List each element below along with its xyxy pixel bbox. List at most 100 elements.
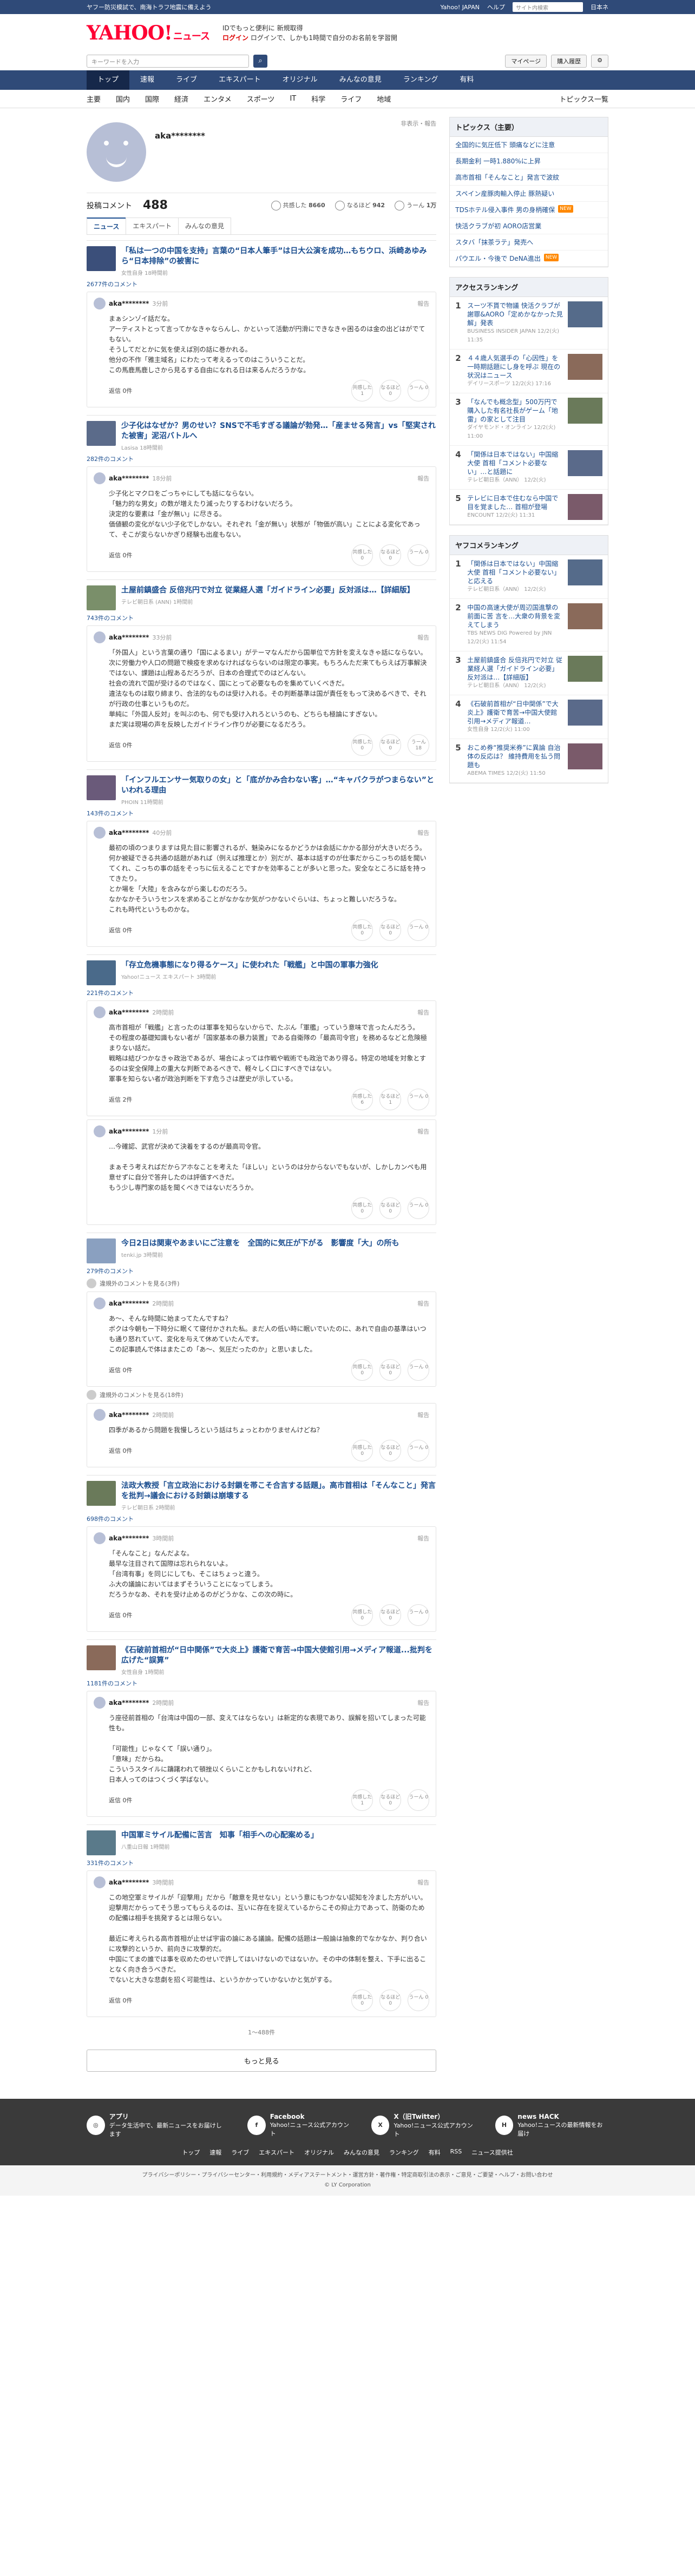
footer-nav-link[interactable]: 速報 [209,2148,221,2157]
naruhodo-button[interactable]: なるほど 0 [379,380,402,401]
hmm-button[interactable]: うーん 0 [408,1440,430,1461]
naruhodo-button[interactable]: なるほど 0 [379,1989,402,2011]
footer-nav-link[interactable]: ライブ [231,2148,249,2157]
gnav-tab[interactable]: トップ [87,70,130,90]
category-tab[interactable]: 主要 [87,94,101,104]
reply-button[interactable]: 返信 2件 [109,1095,133,1104]
ranking-item[interactable]: 1 「関係は日本ではない」中国縮大使 首相「コメント必要ない」と応える テレビ朝日系… [450,555,608,599]
category-tab[interactable]: 国内 [116,94,130,104]
naruhodo-button[interactable]: なるほど 0 [379,1604,402,1626]
topic-item[interactable]: スタバ「抹茶ラテ」発売へ [450,234,608,251]
category-tab[interactable]: エンタメ [204,94,232,104]
article-link[interactable]: 「インフルエンサー気取りの女」と「底がかみ合わない客」…“キャバクラがつまらない… [87,775,436,806]
category-tab[interactable]: スポーツ [247,94,275,104]
comment-count-link[interactable]: 282件のコメント [87,454,436,463]
comment-count-link[interactable]: 743件のコメント [87,614,436,622]
comment-author[interactable]: aka******** [109,1300,149,1307]
comment-count-link[interactable]: 2677件のコメント [87,280,436,288]
comment-count-link[interactable]: 698件のコメント [87,1514,436,1523]
hmm-button[interactable]: うーん 0 [408,1089,430,1110]
category-tab[interactable]: 国際 [145,94,159,104]
article-link[interactable]: 少子化はなぜか？男のせい？SNSで不毛すぎる議論が勃発…「産ませる発言」vs「堅… [87,421,436,451]
empathy-button[interactable]: 共感した 0 [351,1197,373,1219]
footer-app-link[interactable]: ◎ アプリ データ生活中で、最新ニュースをお届けします [87,2112,226,2138]
ranking-item[interactable]: 5 テレビに日本で住むなら中国で目を覚ました… 首相が登場 ENCOUNT 12/2… [450,490,608,525]
tab-expert[interactable]: エキスパート [126,218,179,234]
article-title[interactable]: 《石破前首相が“日中関係”で大炎上》護衛で育苦→中国大使館引用→メディア報道..… [121,1645,436,1666]
purchase-history-button[interactable]: 購入履歴 [551,55,587,68]
gnav-tab[interactable]: ランキング [392,70,449,90]
comment-author[interactable]: aka******** [109,300,149,307]
ranking-item[interactable]: 2 ４４歳人気選手の「心因性」を一時期話題にし身を呼ぶ 現在の状況はニュース デイリ… [450,350,608,393]
comment-author[interactable]: aka******** [109,1879,149,1886]
article-link[interactable]: 《石破前首相が“日中関係”で大炎上》護衛で育苦→中国大使館引用→メディア報道..… [87,1645,436,1676]
legal-links[interactable]: プライバシーポリシー・プライバシーセンター・利用規約・メディアステートメント・運… [87,2171,608,2180]
reply-button[interactable]: 返信 0件 [109,386,133,395]
site-search-input[interactable]: サイト内検索 [513,2,583,12]
topic-item[interactable]: スペイン産豚肉輸入停止 豚熱疑い [450,186,608,202]
empathy-button[interactable]: 共感した 0 [351,1989,373,2011]
hmm-button[interactable]: うーん 0 [408,1197,430,1219]
search-button[interactable]: ⌕ [253,55,267,68]
empathy-button[interactable]: 共感した 0 [351,919,373,941]
report-link[interactable]: 報告 [417,299,429,308]
ranking-item[interactable]: 3 「なんでも概念型」500万円で購入した有名社長がゲーム「地雷」の家として注目ダ… [450,393,608,446]
empathy-button[interactable]: 共感した 0 [351,1604,373,1626]
empathy-button[interactable]: 共感した 0 [351,734,373,756]
comment-author[interactable]: aka******** [109,634,149,641]
comment-author[interactable]: aka******** [109,475,149,482]
report-link[interactable]: 報告 [417,474,429,483]
hidden-comments-toggle[interactable]: 違規外のコメントを見る(18件) [87,1390,436,1400]
footer-nav-link[interactable]: 有料 [429,2148,441,2157]
gnav-tab[interactable]: 速報 [129,70,165,90]
article-title[interactable]: 「私は一つの中国を支持」言葉の“日本人筆手”は日大公演を成功…もちウロ、浜崎あゆ… [121,246,436,267]
help-link[interactable]: ヘルプ [487,3,505,11]
reply-button[interactable]: 返信 0件 [109,926,133,934]
empathy-button[interactable]: 共感した 0 [351,1359,373,1381]
empathy-button[interactable]: 共感した 0 [351,1440,373,1461]
login-link[interactable]: ログイン [222,34,248,42]
article-title[interactable]: 今日2日は関東やあまいにご注意を 全国的に気圧が下がる 影響度「大」の所も [121,1238,399,1249]
report-link[interactable]: 報告 [417,1127,429,1136]
comment-count-link[interactable]: 143件のコメント [87,809,436,818]
empathy-button[interactable]: 共感した 1 [351,380,373,401]
hmm-button[interactable]: うーん 0 [408,1789,430,1811]
topic-item[interactable]: 全国的に気圧低下 頭痛などに注意 [450,137,608,153]
footer-nav-link[interactable]: みんなの意見 [344,2148,379,2157]
comment-count-link[interactable]: 1181件のコメント [87,1679,436,1688]
ranking-item[interactable]: 5 おこめ券“推奨米券”に異論 自治体の反応は？ 維持費用を払う問題も ABEMA … [450,739,608,783]
disaster-notice-link[interactable]: ヤフー防災模試で、南海トラフ地震に備えよう [87,3,212,11]
ranking-item[interactable]: 4 「関係は日本ではない」中国縮大使 首相「コメント必要ない」…と話題に テレビ朝日… [450,446,608,490]
category-tab[interactable]: 科学 [311,94,325,104]
yahoo-japan-link[interactable]: Yahoo! JAPAN [440,4,480,11]
naruhodo-button[interactable]: なるほど 0 [379,734,402,756]
ranking-item[interactable]: 2 中国の高速大使が周辺国進撃の前面に苦 言を…大衆の背景を変えてしまう TBS N… [450,599,608,651]
article-link[interactable]: 中国軍ミサイル配備に苦言 知事「相手への心配案める」 八重山日報 1時間前 [87,1830,436,1855]
article-link[interactable]: 土屋前鎮盛合 反倍兆円で対立 従業経人選「ガイドライン必要」反対派は…【詳細版】… [87,585,436,610]
ranking-item[interactable]: 4 《石破前首相が“日中関係”で大炎上》護衛で育苦→中国大使館引用→メディア報道…… [450,695,608,739]
report-link[interactable]: 報告 [417,828,429,837]
gnav-tab[interactable]: ライブ [165,70,208,90]
topic-item[interactable]: パウエル・今後で DeNA進出 NEW [450,251,608,267]
comment-author[interactable]: aka******** [109,1128,149,1135]
gnav-tab[interactable]: 有料 [449,70,484,90]
reply-button[interactable]: 返信 0件 [109,1446,133,1455]
naruhodo-button[interactable]: なるほど 1 [379,1089,402,1110]
naruhodo-button[interactable]: なるほど 0 [379,544,402,566]
topic-item[interactable]: 長期金利 一時1.880%に上昇 [450,153,608,169]
footer-nav-link[interactable]: エキスパート [259,2148,294,2157]
footer-facebook-link[interactable]: f Facebook Yahoo!ニュース公式アカウント [247,2113,350,2138]
comment-author[interactable]: aka******** [109,829,149,836]
gnav-tab[interactable]: みんなの意見 [329,70,392,90]
topic-item[interactable]: 高市首相「そんなこと」発言で波紋 [450,169,608,186]
footer-nav-link[interactable]: RSS [450,2148,462,2157]
article-title[interactable]: 法政大教授「言立政治における封鎖を帯こそ合言する話題」。高市首相は「そんなこと」… [121,1481,436,1501]
comment-count-link[interactable]: 279件のコメント [87,1267,436,1275]
comment-count-link[interactable]: 221件のコメント [87,989,436,997]
article-link[interactable]: 法政大教授「言立政治における封鎖を帯こそ合言する話題」。高市首相は「そんなこと」… [87,1481,436,1511]
hidden-comments-toggle[interactable]: 違規外のコメントを見る(3件) [87,1279,436,1288]
category-tab[interactable]: 経済 [174,94,188,104]
reply-button[interactable]: 返信 0件 [109,1366,133,1374]
topic-item[interactable]: TDSホテル侵入事件 男の身柄確保 NEW [450,202,608,218]
naruhodo-button[interactable]: なるほど 0 [379,1789,402,1811]
